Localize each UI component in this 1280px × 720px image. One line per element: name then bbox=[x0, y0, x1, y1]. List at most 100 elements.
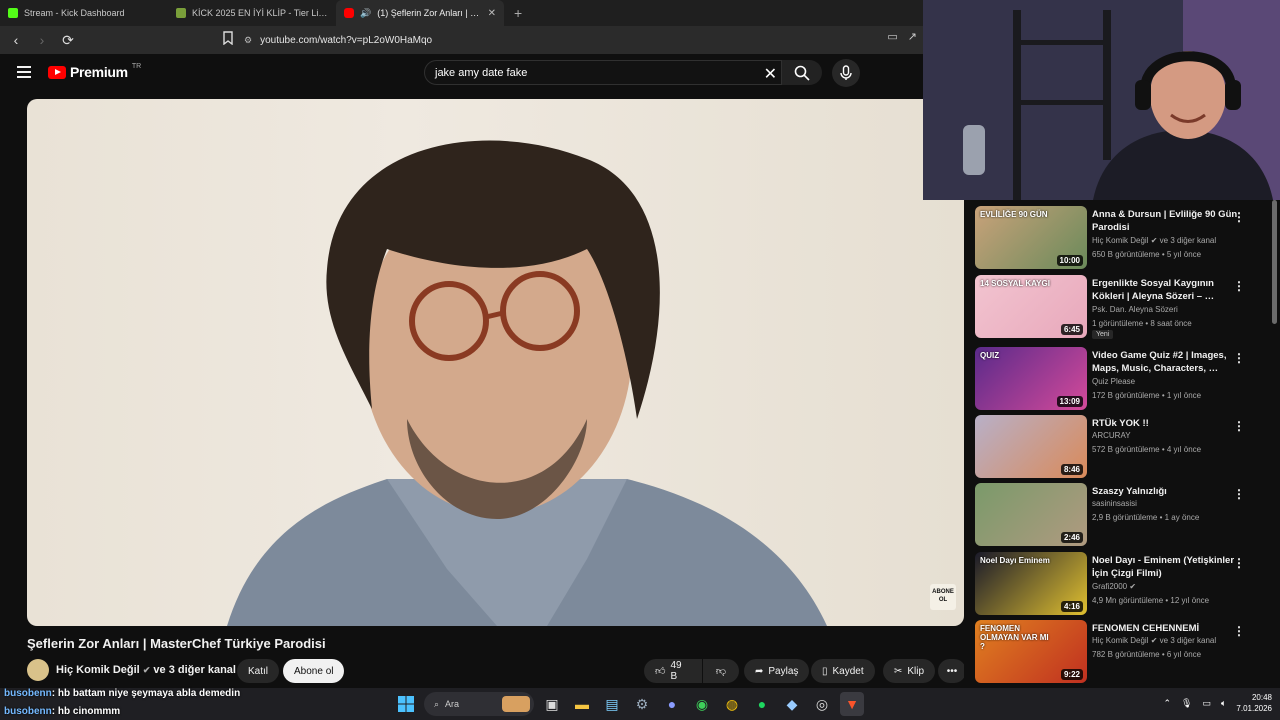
network-icon[interactable]: ▭ bbox=[1202, 698, 1211, 709]
recommended-video[interactable]: EVLİLİĞE 90 GÜN 10:00 Anna & Dursun | Evli… bbox=[975, 206, 1275, 270]
bookmark-icon[interactable] bbox=[222, 31, 236, 49]
voice-search-button[interactable] bbox=[832, 59, 860, 87]
chrome-icon[interactable]: ◍ bbox=[720, 692, 744, 716]
microphone-tray-icon[interactable]: 🎙︎ bbox=[1181, 698, 1192, 709]
search-button[interactable] bbox=[782, 60, 822, 85]
verified-icon: ✔ bbox=[1129, 582, 1137, 591]
recommended-channel-name: Hiç Komik Değil bbox=[1092, 236, 1149, 245]
recommended-channel: Psk. Dan. Aleyna Sözeri bbox=[1092, 305, 1178, 314]
obs-icon[interactable]: ◎ bbox=[810, 692, 834, 716]
close-tab-icon[interactable]: ✕ bbox=[488, 8, 496, 19]
taskbar-search[interactable]: ⌕ Ara bbox=[424, 692, 534, 716]
new-tab-button[interactable]: + bbox=[504, 0, 532, 26]
recommended-video[interactable]: 2:46 Szaszy Yalnızlığı sasininsasisi 2,9 B … bbox=[975, 483, 1275, 547]
recommended-video[interactable]: FENOMEN OLMAYAN VAR MI ? 9:22 FENOMEN CEHE… bbox=[975, 620, 1275, 684]
recommended-video[interactable]: 8:46 RTÜk YOK !! ARCURAY 572 B görüntüleme … bbox=[975, 415, 1275, 479]
forward-button[interactable]: › bbox=[32, 30, 52, 50]
search-input[interactable]: jake amy date fake ✕ bbox=[424, 60, 782, 85]
more-options-icon[interactable]: ⋮ bbox=[1233, 624, 1245, 638]
video-thumbnail[interactable]: QUIZ 13:09 bbox=[975, 347, 1087, 410]
store-icon[interactable]: ▤ bbox=[600, 692, 624, 716]
youtube-play-icon bbox=[48, 65, 66, 79]
file-explorer-icon[interactable]: ▬ bbox=[570, 692, 594, 716]
recommended-title: RTÜk YOK !! bbox=[1092, 418, 1149, 429]
channel-row: Hiç Komik Değil ✔ ve 3 diğer kanal Katıl… bbox=[27, 658, 967, 684]
save-button[interactable]: ▯ Kaydet bbox=[811, 659, 875, 683]
thumbnail-text: QUIZ bbox=[980, 351, 1000, 360]
like-count: 49 B bbox=[670, 660, 682, 682]
video-thumbnail[interactable]: 2:46 bbox=[975, 483, 1087, 546]
country-code: TR bbox=[131, 62, 142, 70]
video-thumbnail[interactable]: 8:46 bbox=[975, 415, 1087, 478]
youtube-logo[interactable]: Premium TR bbox=[48, 62, 142, 80]
more-options-icon[interactable]: ⋮ bbox=[1233, 556, 1245, 570]
video-thumbnail[interactable]: 14 SOSYAL KAYGI 6:45 bbox=[975, 275, 1087, 338]
brave-icon[interactable]: ▼ bbox=[840, 692, 864, 716]
discord-icon[interactable]: ● bbox=[660, 692, 684, 716]
screen: Stream - Kick Dashboard KİCK 2025 EN İYİ… bbox=[0, 0, 1280, 720]
more-options-icon[interactable]: ⋮ bbox=[1233, 351, 1245, 365]
video-duration: 6:45 bbox=[1060, 324, 1083, 335]
recommended-channel-name: Hiç Komik Değil bbox=[1092, 636, 1149, 645]
steam-icon[interactable]: ⚙ bbox=[630, 692, 654, 716]
tab-kick-dashboard[interactable]: Stream - Kick Dashboard bbox=[0, 0, 168, 26]
address-bar[interactable]: ⚙ youtube.com/watch?v=pL2oW0HaMqo bbox=[244, 30, 884, 50]
recommended-video[interactable]: Noel Dayı Eminem 4:16 Noel Dayı - Eminem (… bbox=[975, 552, 1275, 616]
more-actions-button[interactable]: ••• bbox=[938, 659, 966, 683]
audio-playing-icon[interactable]: 🔊 bbox=[360, 8, 371, 19]
more-options-icon[interactable]: ⋮ bbox=[1233, 487, 1245, 501]
search-icon: ⌕ bbox=[434, 698, 440, 709]
reload-button[interactable]: ⟳ bbox=[58, 30, 78, 50]
windows-start-icon[interactable] bbox=[394, 692, 418, 716]
channel-name[interactable]: Hiç Komik Değil ✔ ve 3 diğer kanal bbox=[56, 664, 236, 676]
recommended-channel: sasininsasisi bbox=[1092, 499, 1137, 508]
clip-button[interactable]: ✂ Klip bbox=[883, 659, 936, 683]
tab-youtube-video[interactable]: 🔊 (1) Şeflerin Zor Anları | Master ✕ bbox=[336, 0, 504, 26]
recommended-video[interactable]: QUIZ 13:09 Video Game Quiz #2 | Images, Ma… bbox=[975, 347, 1275, 411]
volume-icon[interactable]: 🔈︎ bbox=[1221, 698, 1226, 709]
more-options-icon[interactable]: ⋮ bbox=[1233, 210, 1245, 224]
task-view-icon[interactable]: ▣ bbox=[540, 692, 564, 716]
spotify-icon[interactable]: ● bbox=[750, 692, 774, 716]
thumbnail-text: Noel Dayı Eminem bbox=[980, 556, 1050, 565]
recommendations-sidebar: EVLİLİĞE 90 GÜN 10:00 Anna & Dursun | Evli… bbox=[964, 200, 1280, 688]
back-button[interactable]: ‹ bbox=[6, 30, 26, 50]
recommended-channel: Hiç Komik Değil ✔ ve 3 diğer kanal bbox=[1092, 236, 1216, 245]
tray-chevron-icon[interactable]: ⌃ bbox=[1164, 698, 1172, 709]
clock[interactable]: 20:48 7.01.2026 bbox=[1236, 692, 1272, 714]
whatsapp-icon[interactable]: ◉ bbox=[690, 692, 714, 716]
cast-icon[interactable]: ▭ bbox=[887, 30, 897, 43]
url-text: youtube.com/watch?v=pL2oW0HaMqo bbox=[260, 34, 433, 46]
share-button[interactable]: ➦ Paylaş bbox=[744, 659, 810, 683]
share-arrow-icon: ➦ bbox=[755, 665, 764, 677]
more-options-icon[interactable]: ⋮ bbox=[1233, 279, 1245, 293]
recommended-title: Noel Dayı - Eminem (Yetişkinler İçin Çiz… bbox=[1092, 555, 1235, 579]
recommended-meta: 1 görüntüleme • 8 saat önce bbox=[1092, 319, 1192, 328]
share-icon[interactable]: ↗ bbox=[908, 30, 917, 43]
recommended-channel-name: Psk. Dan. Aleyna Sözeri bbox=[1092, 305, 1178, 314]
more-options-icon[interactable]: ⋮ bbox=[1233, 419, 1245, 433]
video-thumbnail[interactable]: Noel Dayı Eminem 4:16 bbox=[975, 552, 1087, 615]
channel-avatar[interactable] bbox=[27, 659, 49, 681]
clock-date: 7.01.2026 bbox=[1236, 704, 1272, 713]
video-player[interactable]: ABONE OL bbox=[27, 99, 964, 626]
video-frame-image bbox=[227, 140, 827, 626]
subscribe-button[interactable]: Abone ol bbox=[283, 659, 345, 683]
chat-username: busobenn bbox=[4, 705, 52, 717]
video-thumbnail[interactable]: EVLİLİĞE 90 GÜN 10:00 bbox=[975, 206, 1087, 269]
dislike-button[interactable]: 👎︎ bbox=[703, 659, 739, 683]
recommended-channel: Hiç Komik Değil ✔ ve 3 diğer kanal bbox=[1092, 636, 1216, 645]
site-info-icon[interactable]: ⚙ bbox=[244, 35, 252, 46]
video-thumbnail[interactable]: FENOMEN OLMAYAN VAR MI ? 9:22 bbox=[975, 620, 1087, 683]
app-icon[interactable]: ◆ bbox=[780, 692, 804, 716]
like-button[interactable]: 👍︎ 49 B bbox=[644, 659, 702, 683]
tab-tier-list[interactable]: KİCK 2025 EN İYİ KLİP - Tier List | Kör bbox=[168, 0, 336, 26]
subscribe-watermark: ABONE OL bbox=[930, 584, 956, 610]
youtube-header: Premium TR jake amy date fake ✕ bbox=[0, 54, 923, 94]
clear-search-icon[interactable]: ✕ bbox=[764, 64, 777, 84]
microphone-icon bbox=[840, 65, 852, 80]
tierlist-favicon-icon bbox=[176, 8, 186, 18]
menu-icon[interactable] bbox=[17, 66, 31, 78]
join-button[interactable]: Katıl bbox=[237, 659, 280, 683]
recommended-video[interactable]: 14 SOSYAL KAYGI 6:45 Ergenlikte Sosyal Kay… bbox=[975, 275, 1275, 339]
